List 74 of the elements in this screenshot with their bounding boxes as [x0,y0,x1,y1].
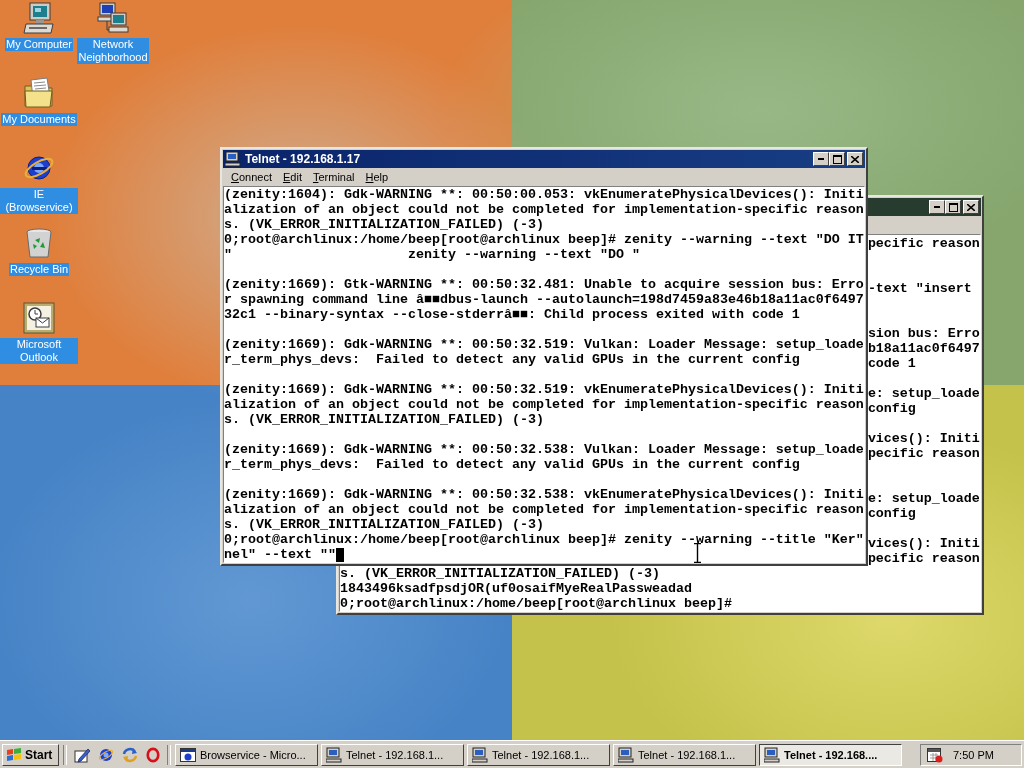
terminal-line: (zenity:1669): Gdk-WARNING **: 00:50:32.538: Vulkan: Loader Message: setup_loade [224,442,864,457]
terminal-line: (zenity:1669): Gdk-WARNING **: 00:50:32.519: vkEnumeratePhysicalDevices(): Initi [224,382,864,397]
terminal-line: nel" --text "" [224,547,336,562]
terminal-line: r_term_phys_devs: Failed to detect any valid GPUs in the current config [224,457,800,472]
terminal-line: s. (VK_ERROR_INITIALIZATION_FAILED) (-3) [340,566,660,581]
menu-item[interactable]: Terminal [307,171,360,183]
terminal-line: code 1 [867,356,916,371]
taskbar-button[interactable]: Telnet - 192.168.... [759,743,902,766]
close-button[interactable] [847,152,863,166]
terminal-line: vices(): Initi [867,431,980,446]
terminal-line: alization of an object could not be completed for implementation-specific reason [224,202,864,217]
terminal-line: pecific reason [867,551,980,566]
terminal-line: (zenity:1669): Gdk-WARNING **: 00:50:32.519: Vulkan: Loader Message: setup_loade [224,337,864,352]
taskbar-button[interactable]: Telnet - 192.168.1... [467,743,610,766]
computer-icon [326,746,342,763]
calendar-icon[interactable] [927,746,943,763]
terminal-line: (zenity:1669): Gdk-WARNING **: 00:50:32.538: vkEnumeratePhysicalDevices(): Initi [224,487,864,502]
computer-icon[interactable] [23,2,55,34]
terminal-line: r_term_phys_devs: Failed to detect any valid GPUs in the current config [224,352,800,367]
taskbar-button[interactable]: Telnet - 192.168.1... [613,743,756,766]
flag-icon [6,747,22,762]
computer-icon [225,151,241,167]
terminal-line: s. (VK_ERROR_INITIALIZATION_FAILED) (-3) [224,517,544,532]
close-icon [967,203,975,211]
terminal-line: vices(): Initi [867,536,980,551]
terminal-line: 0;root@archlinux:/home/beep[root@archlinux beep]# [340,596,732,611]
minimize-button[interactable] [813,152,829,166]
terminal-line: b18a11ac0f6497 [867,341,980,356]
pencil-icon[interactable] [74,746,90,763]
terminal-line: config [867,506,916,521]
taskbar-button[interactable]: Telnet - 192.168.1... [321,743,464,766]
close-icon [851,155,859,163]
network-computers-icon[interactable] [97,2,129,34]
terminal-line: 0;root@archlinux:/home/beep[root@archlinux beep]# zenity --warning --text "DO IT [224,232,864,247]
computer-icon [618,746,634,763]
computer-icon [472,746,488,763]
terminal-line: 1843496ksadfpsdjOR(uf0osaifMyeRealPassweadad [340,581,692,596]
terminal-line: 32c1 --binary-syntax --close-stderrâ■■: Child process exited with code 1 [224,307,800,322]
terminal-line: config [867,401,916,416]
maximize-icon [948,202,958,212]
minimize-icon [818,158,824,160]
terminal-line: -text "insert [867,281,972,296]
terminal-line: alization of an object could not be completed for implementation-specific reason [224,502,864,517]
recycle-bin-icon[interactable] [23,227,55,259]
arrows-icon[interactable] [122,746,138,763]
maximize-icon [832,154,842,164]
start-button[interactable]: Start [2,743,59,766]
computer-icon [764,746,780,763]
terminal-line: e: setup_loade [867,491,980,506]
folder-papers-icon[interactable] [23,77,55,109]
terminal-line: alization of an object could not be completed for implementation-specific reason [224,397,864,412]
globe-window-icon [180,746,196,763]
terminal-line: e: setup_loade [867,386,980,401]
clock-envelope-icon[interactable] [23,302,55,334]
terminal-line: s. (VK_ERROR_INITIALIZATION_FAILED) (-3) [224,217,544,232]
terminal-line: " zenity --warning --text "DO " [224,247,640,262]
terminal-line: pecific reason [867,236,980,251]
terminal-line: 0;root@archlinux:/home/beep[root@archlinux beep]# zenity --warning --title "Ker" [224,532,864,547]
maximize-button[interactable] [829,152,845,166]
ring-icon[interactable] [146,746,160,763]
terminal-line: (zenity:1604): Gdk-WARNING **: 00:50:00.053: vkEnumeratePhysicalDevices(): Initi [224,187,864,202]
terminal-line: pecific reason [867,446,980,461]
terminal-line: r spawning command line â■■dbus-launch --autolaunch=198d7459a83e46b18a11ac0f6497 [224,292,864,307]
menu-item[interactable]: Help [360,171,394,183]
minimize-icon [934,206,940,208]
terminal-line: sion bus: Erro [867,326,980,341]
menu-item[interactable]: Connect [226,171,277,183]
terminal-line: s. (VK_ERROR_INITIALIZATION_FAILED) (-3) [224,412,544,427]
window-title: Telnet - 192.168.1.17 [245,152,361,166]
taskbar-button[interactable]: Browservice - Micro... [175,743,318,766]
terminal-line: (zenity:1669): Gtk-WARNING **: 00:50:32.481: Unable to acquire session bus: Erro [224,277,864,292]
globe-ring-icon[interactable] [98,746,114,763]
menu-item[interactable]: Edit [278,171,307,183]
clock-time: 7:50 PM [953,748,994,761]
